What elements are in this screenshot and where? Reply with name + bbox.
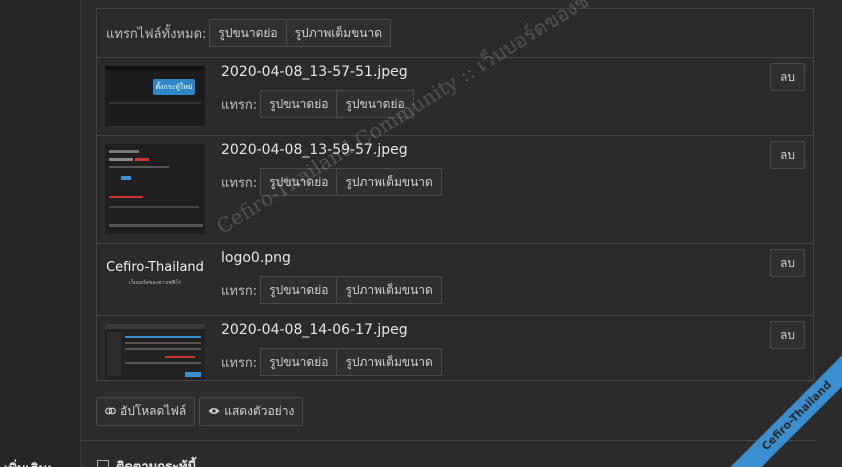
- insert-button-group: รูปขนาดย่อ รูปภาพเต็มขนาด: [260, 276, 442, 304]
- insert-fullsize-button[interactable]: รูปภาพเต็มขนาด: [337, 168, 442, 196]
- logo-subtitle: เว็บบอร์ดของชาวเซฟิโร่: [129, 280, 181, 286]
- link-icon: [105, 405, 116, 418]
- thumb-new-topic-badge: ตั้งกระทู้ใหม่: [153, 79, 195, 95]
- attachment-list: แทรกไฟล์ทั้งหมด: รูปขนาดย่อ รูปภาพเต็มขน…: [96, 8, 814, 381]
- insert-fullsize-button[interactable]: รูปภาพเต็มขนาด: [337, 276, 442, 304]
- insert-label: แทรก:: [221, 97, 258, 113]
- insert-thumbnail-button[interactable]: รูปขนาดย่อ: [260, 168, 338, 196]
- logo-title: Cefiro-Thailand: [106, 260, 204, 275]
- attachment-thumbnail[interactable]: [105, 324, 205, 380]
- insert-button-group: รูปขนาดย่อ รูปขนาดย่อ: [260, 90, 414, 118]
- left-label-column: [0, 0, 81, 467]
- more-options-label: เพิ่มเติม:: [4, 458, 52, 467]
- insert-thumbnail-button[interactable]: รูปขนาดย่อ: [260, 276, 338, 304]
- preview-label: แสดงตัวอย่าง: [224, 404, 295, 418]
- upload-file-button[interactable]: อัปโหลดไฟล์: [96, 397, 196, 426]
- attachment-row: ตั้งกระทู้ใหม่ 2020-04-08_13-57-51.jpeg …: [97, 58, 813, 136]
- insert-controls: แทรก: รูปขนาดย่อ รูปขนาดย่อ: [221, 90, 414, 118]
- attachment-thumbnail[interactable]: [105, 144, 205, 234]
- insert-controls: แทรก: รูปขนาดย่อ รูปภาพเต็มขนาด: [221, 276, 442, 304]
- attachment-row: Cefiro-Thailand เว็บบอร์ดของชาวเซฟิโร่ l…: [97, 244, 813, 316]
- follow-thread-label[interactable]: ติดตามกระทู้นี้: [116, 456, 197, 467]
- insert-all-buttons: รูปขนาดย่อ รูปภาพเต็มขนาด: [209, 19, 392, 47]
- insert-all-fullsize-button[interactable]: รูปภาพเต็มขนาด: [286, 19, 392, 47]
- file-name[interactable]: logo0.png: [221, 250, 291, 266]
- preview-button[interactable]: แสดงตัวอย่าง: [199, 397, 304, 426]
- insert-label: แทรก:: [221, 175, 258, 191]
- delete-button[interactable]: ลบ: [770, 141, 805, 169]
- attachment-actions: อัปโหลดไฟล์ แสดงตัวอย่าง: [96, 397, 304, 426]
- file-name[interactable]: 2020-04-08_13-59-57.jpeg: [221, 142, 408, 158]
- attachment-thumbnail[interactable]: Cefiro-Thailand เว็บบอร์ดของชาวเซฟิโร่: [105, 252, 205, 302]
- page: แทรกไฟล์ทั้งหมด: รูปขนาดย่อ รูปภาพเต็มขน…: [0, 0, 842, 467]
- insert-label: แทรก:: [221, 355, 258, 371]
- follow-thread-checkbox[interactable]: [97, 460, 109, 467]
- file-name[interactable]: 2020-04-08_14-06-17.jpeg: [221, 322, 408, 338]
- insert-all-thumbnail-button[interactable]: รูปขนาดย่อ: [209, 19, 287, 47]
- insert-controls: แทรก: รูปขนาดย่อ รูปภาพเต็มขนาด: [221, 168, 442, 196]
- attachment-thumbnail[interactable]: ตั้งกระทู้ใหม่: [105, 66, 205, 126]
- insert-thumbnail-button[interactable]: รูปขนาดย่อ: [260, 90, 338, 118]
- attachment-row: 2020-04-08_14-06-17.jpeg แทรก: รูปขนาดย่…: [97, 316, 813, 388]
- section-divider: [81, 440, 816, 441]
- eye-icon: [208, 405, 220, 418]
- insert-button-group: รูปขนาดย่อ รูปภาพเต็มขนาด: [260, 168, 442, 196]
- insert-controls: แทรก: รูปขนาดย่อ รูปภาพเต็มขนาด: [221, 348, 442, 376]
- delete-button[interactable]: ลบ: [770, 249, 805, 277]
- attachment-row: 2020-04-08_13-59-57.jpeg แทรก: รูปขนาดย่…: [97, 136, 813, 244]
- insert-fullsize-button[interactable]: รูปภาพเต็มขนาด: [337, 348, 442, 376]
- insert-button-group: รูปขนาดย่อ รูปภาพเต็มขนาด: [260, 348, 442, 376]
- upload-file-label: อัปโหลดไฟล์: [120, 404, 187, 418]
- insert-fullsize-button[interactable]: รูปขนาดย่อ: [337, 90, 414, 118]
- insert-all-label: แทรกไฟล์ทั้งหมด:: [106, 26, 207, 42]
- file-name[interactable]: 2020-04-08_13-57-51.jpeg: [221, 64, 408, 80]
- delete-button[interactable]: ลบ: [770, 321, 805, 349]
- attachments-section: แทรกไฟล์ทั้งหมด: รูปขนาดย่อ รูปภาพเต็มขน…: [81, 0, 842, 467]
- delete-button[interactable]: ลบ: [770, 63, 805, 91]
- insert-all-bar: แทรกไฟล์ทั้งหมด: รูปขนาดย่อ รูปภาพเต็มขน…: [97, 9, 813, 58]
- insert-label: แทรก:: [221, 283, 258, 299]
- insert-thumbnail-button[interactable]: รูปขนาดย่อ: [260, 348, 338, 376]
